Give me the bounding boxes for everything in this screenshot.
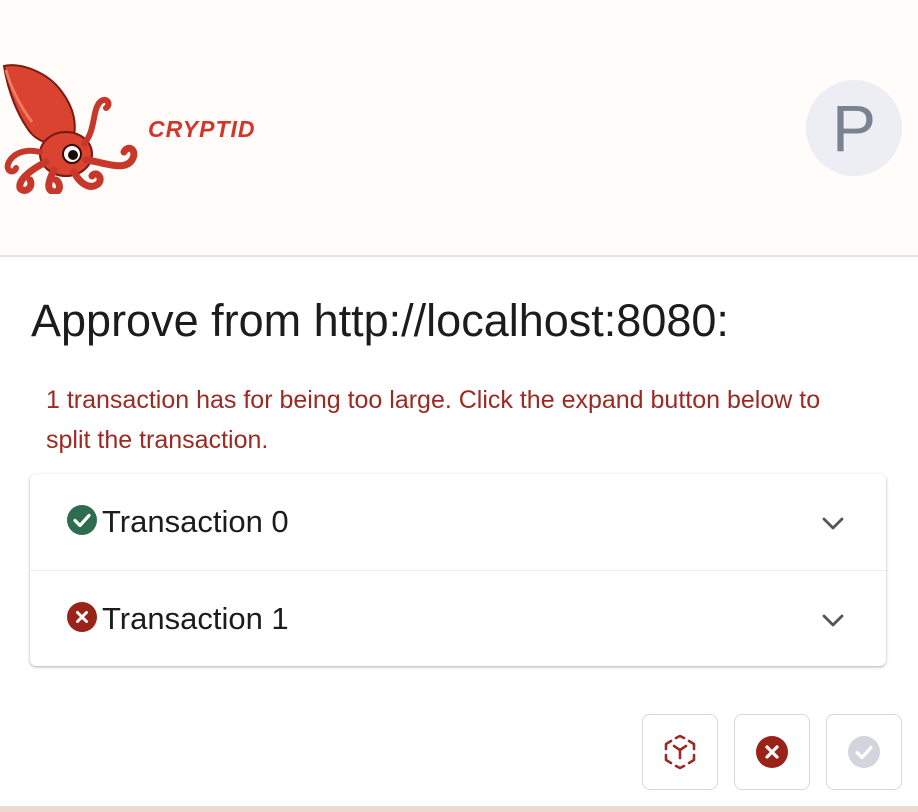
squid-logo: [2, 64, 138, 194]
cancel-circle-icon: [756, 736, 788, 768]
page-title: Approve from http://localhost:8080:: [31, 295, 729, 346]
transaction-label: Transaction 1: [102, 601, 289, 636]
error-message: 1 transaction has for being too large. C…: [46, 386, 821, 454]
transaction-item-0[interactable]: Transaction 0: [30, 474, 886, 570]
split-transaction-button[interactable]: [642, 714, 718, 790]
header: CRYPTID P: [0, 0, 918, 257]
brand-name: CRYPTID: [148, 116, 256, 142]
action-bar: [642, 714, 902, 790]
check-circle-icon: [67, 505, 97, 535]
account-avatar[interactable]: P: [806, 80, 902, 176]
x-circle-icon: [67, 602, 97, 632]
bottom-border: [0, 806, 918, 812]
approval-page: CRYPTID P Approve from http://localhost:…: [0, 0, 918, 812]
cube-split-icon: [664, 734, 696, 770]
chevron-down-icon[interactable]: [820, 607, 846, 633]
transaction-item-1[interactable]: Transaction 1: [30, 570, 886, 666]
transaction-label: Transaction 0: [102, 504, 289, 539]
reject-button[interactable]: [734, 714, 810, 790]
transaction-accordion: Transaction 0 Transaction 1: [30, 474, 886, 666]
approve-check-circle-icon: [848, 736, 880, 768]
chevron-down-icon[interactable]: [820, 510, 846, 536]
approve-button[interactable]: [826, 714, 902, 790]
